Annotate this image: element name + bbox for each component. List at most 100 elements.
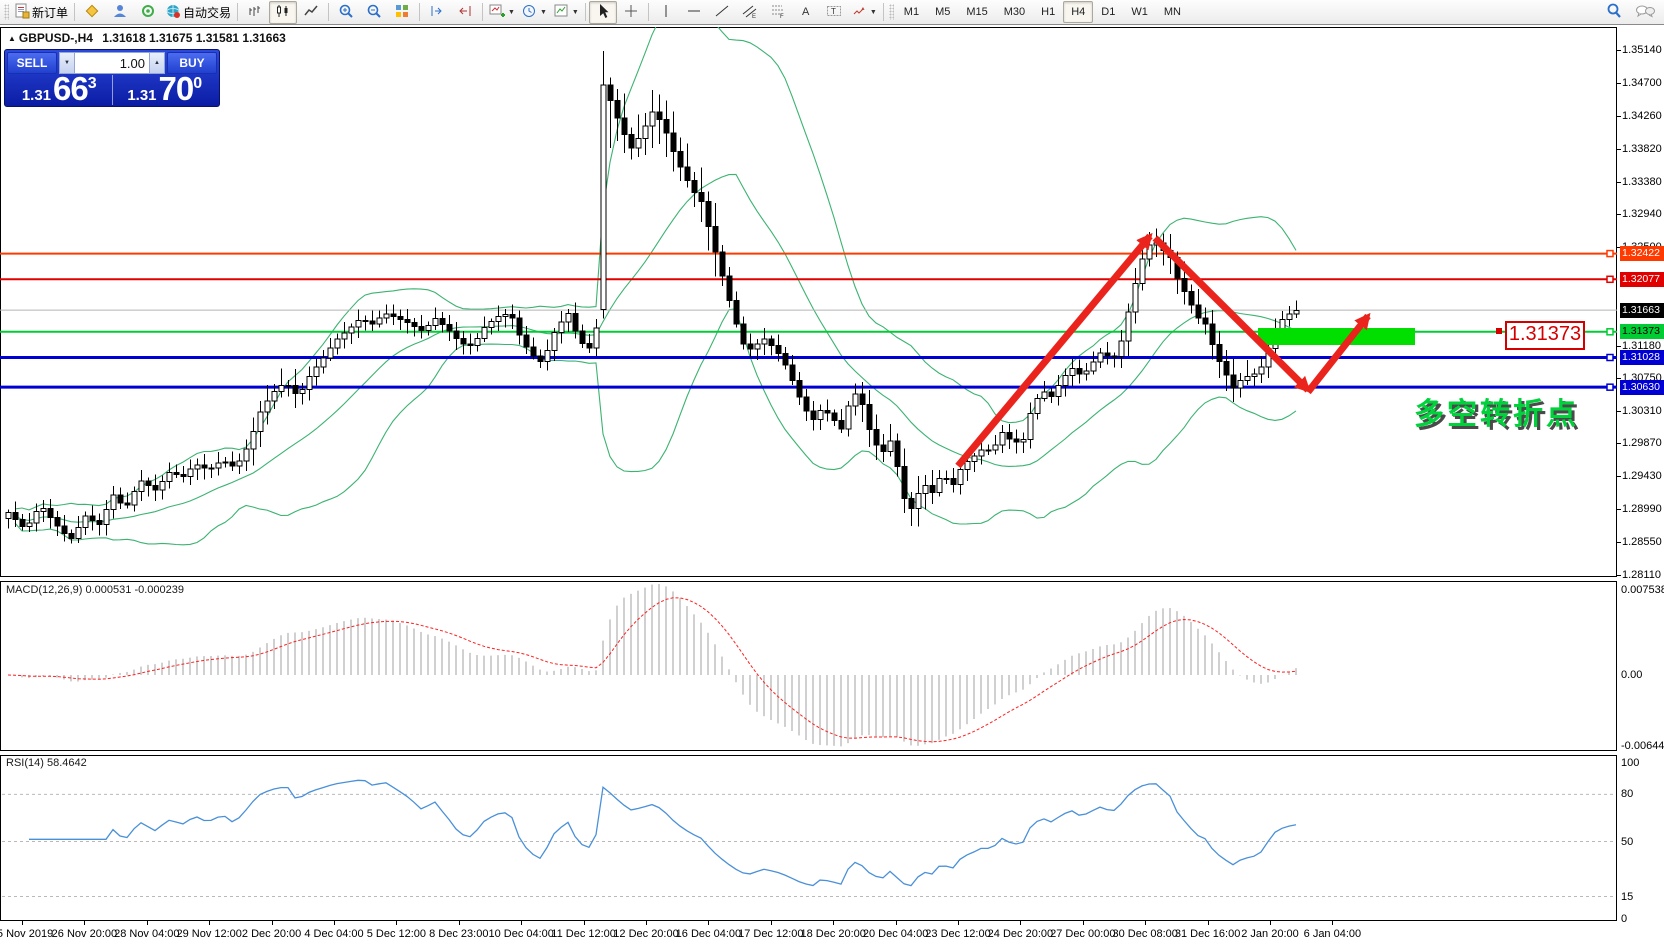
trendline-button[interactable] xyxy=(708,1,736,24)
price-tick-mark xyxy=(1617,83,1621,84)
new-chart-icon xyxy=(489,3,505,22)
new-order-button[interactable]: 新订单 xyxy=(11,1,71,24)
chart-shift-button[interactable] xyxy=(451,1,479,24)
price-tick-mark xyxy=(1617,378,1621,379)
time-tick-mark xyxy=(1270,921,1271,925)
sell-price[interactable]: 1.31 66 3 xyxy=(7,75,113,105)
autotrading-button[interactable]: 自动交易 xyxy=(162,1,234,24)
price-tick-label: 1.30310 xyxy=(1622,405,1662,418)
auto-scroll-button[interactable] xyxy=(423,1,451,24)
toolbar-drag-handle[interactable] xyxy=(889,4,894,20)
chevron-down-icon: ▼ xyxy=(572,9,579,16)
equidistant-channel-button[interactable]: E xyxy=(736,1,764,24)
zoom-out-button[interactable] xyxy=(360,1,388,24)
turning-point-annotation[interactable]: 多空转折点 xyxy=(1414,389,1579,433)
time-axis-label: 6 Jan 04:00 xyxy=(1304,928,1362,940)
timeframe-mn-button[interactable]: MN xyxy=(1156,1,1189,23)
timeframe-w1-button[interactable]: W1 xyxy=(1123,1,1156,23)
price-label-callout[interactable]: 1.31373 xyxy=(1505,321,1585,350)
candlestick-chart-icon xyxy=(275,3,291,22)
price-tick-label: 1.33820 xyxy=(1622,143,1662,156)
time-axis-label: 11 Dec 12:00 xyxy=(551,928,616,940)
time-tick-mark xyxy=(1083,921,1084,925)
buy-price[interactable]: 1.31 70 0 xyxy=(113,75,218,105)
timeframe-m1-button[interactable]: M1 xyxy=(896,1,927,23)
fibonacci-button[interactable]: F xyxy=(764,1,792,24)
zoom-in-button[interactable] xyxy=(332,1,360,24)
svg-text:F: F xyxy=(780,14,784,19)
toolbar-separator xyxy=(648,3,649,21)
one-click-trading-panel: SELL BUY 1.31 66 3 1.31 70 0 xyxy=(4,49,220,107)
timeframe-m5-button[interactable]: M5 xyxy=(927,1,958,23)
price-tick-label: 1.34260 xyxy=(1622,110,1662,123)
time-axis-label: 27 Dec 00:00 xyxy=(1050,928,1115,940)
time-tick-mark xyxy=(1332,921,1333,925)
search-icon[interactable] xyxy=(1605,2,1623,23)
time-axis-label: 4 Dec 04:00 xyxy=(304,928,363,940)
horizontal-line-button[interactable] xyxy=(680,1,708,24)
metaeditor-button[interactable] xyxy=(78,1,106,24)
timeframe-d1-button[interactable]: D1 xyxy=(1093,1,1123,23)
time-tick-mark xyxy=(584,921,585,925)
periods-button[interactable]: ▼ xyxy=(518,1,550,24)
tile-windows-button[interactable] xyxy=(388,1,416,24)
time-axis-label: 17 Dec 12:00 xyxy=(738,928,803,940)
crosshair-button[interactable] xyxy=(617,1,645,24)
toolbar-separator xyxy=(237,3,238,21)
time-tick-mark xyxy=(147,921,148,925)
time-axis-label: 26 Nov 20:00 xyxy=(52,928,117,940)
time-tick-mark xyxy=(334,921,335,925)
new-order-icon xyxy=(14,3,30,22)
templates-button[interactable]: ▼ xyxy=(550,1,582,24)
vertical-line-button[interactable] xyxy=(652,1,680,24)
time-tick-mark xyxy=(958,921,959,925)
timeframe-h4-button[interactable]: H4 xyxy=(1063,1,1093,23)
price-tick-mark xyxy=(1617,116,1621,117)
chat-icon[interactable] xyxy=(1635,3,1656,23)
timeframe-m15-button[interactable]: M15 xyxy=(958,1,995,23)
rsi-canvas[interactable] xyxy=(0,755,1617,921)
line-chart-button[interactable] xyxy=(297,1,325,24)
arrows-button[interactable]: ▼ xyxy=(848,1,880,24)
time-tick-mark xyxy=(708,921,709,925)
bar-chart-button[interactable] xyxy=(241,1,269,24)
candlesticks[interactable] xyxy=(6,51,1299,544)
toolbar-drag-handle[interactable] xyxy=(4,4,9,20)
price-tick-mark xyxy=(1617,443,1621,444)
community-icon xyxy=(112,3,128,22)
symbol-triangle-icon xyxy=(8,31,19,45)
sell-button[interactable]: SELL xyxy=(7,52,57,74)
rsi-axis-label: 0 xyxy=(1621,913,1627,926)
chevron-down-icon: ▼ xyxy=(540,9,547,16)
svg-text:A: A xyxy=(802,6,810,18)
cursor-button[interactable] xyxy=(589,1,617,24)
macd-axis-label: -0.006446 xyxy=(1621,740,1664,753)
signals-button[interactable] xyxy=(134,1,162,24)
toolbar-separator xyxy=(419,3,420,21)
main-chart-canvas[interactable] xyxy=(0,27,1617,577)
price-tick-mark xyxy=(1617,476,1621,477)
time-tick-mark xyxy=(272,921,273,925)
trend-arrows[interactable] xyxy=(958,236,1368,466)
macd-histogram xyxy=(8,584,1296,746)
macd-label: MACD(12,26,9) 0.000531 -0.000239 xyxy=(6,584,184,596)
fibonacci-icon: F xyxy=(770,3,786,22)
timeframe-m30-button[interactable]: M30 xyxy=(996,1,1033,23)
support-zone-band[interactable] xyxy=(1258,328,1415,345)
price-label-anchor[interactable] xyxy=(1496,328,1502,334)
timeframe-h1-button[interactable]: H1 xyxy=(1033,1,1063,23)
price-tick-label: 1.35140 xyxy=(1622,44,1662,57)
time-tick-mark xyxy=(1208,921,1209,925)
macd-canvas[interactable] xyxy=(0,581,1617,751)
price-axis[interactable] xyxy=(1617,27,1664,950)
community-button[interactable] xyxy=(106,1,134,24)
candlestick-chart-button[interactable] xyxy=(269,1,297,24)
text-button[interactable]: A xyxy=(792,1,820,24)
text-label-button[interactable]: T xyxy=(820,1,848,24)
new-chart-button[interactable]: ▼ xyxy=(486,1,518,24)
time-tick-mark xyxy=(646,921,647,925)
price-tick-label: 1.34700 xyxy=(1622,77,1662,90)
macd-axis-label: 0.007538 xyxy=(1621,584,1664,597)
rsi-axis-label: 100 xyxy=(1621,757,1639,770)
text-icon: A xyxy=(798,3,814,22)
